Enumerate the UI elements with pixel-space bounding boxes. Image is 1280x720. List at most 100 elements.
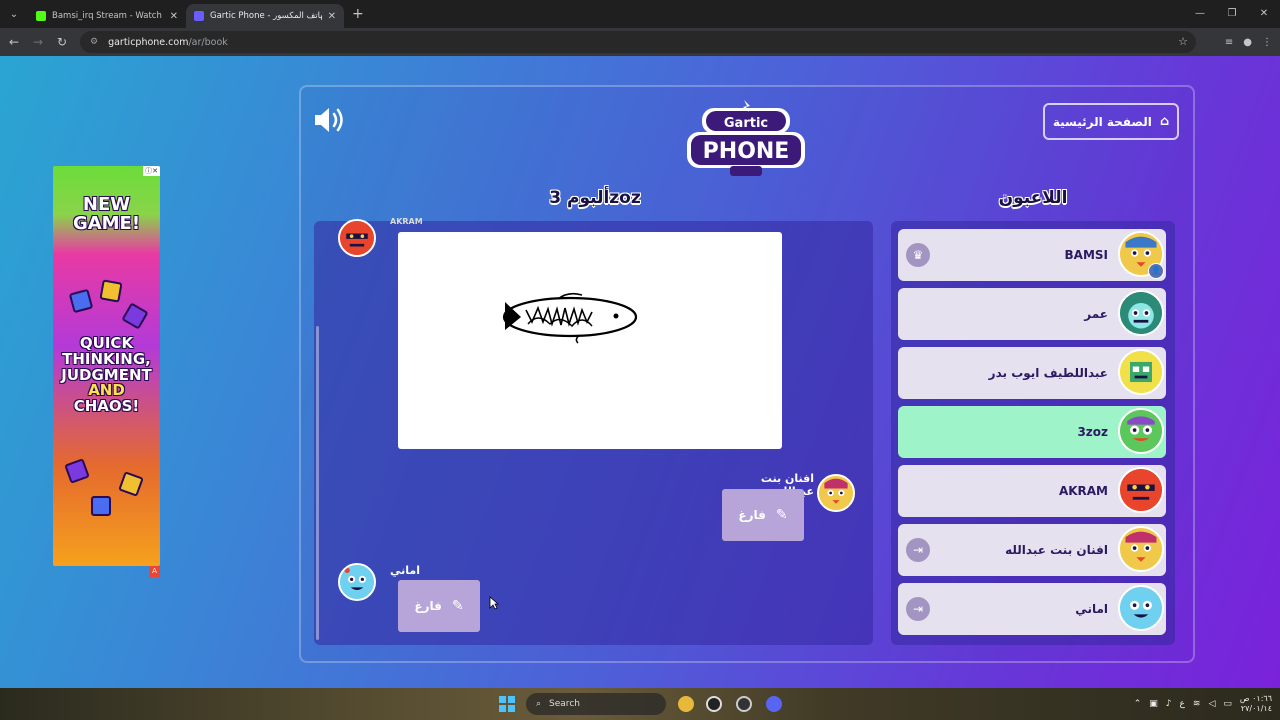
back-icon[interactable]: ← xyxy=(2,35,26,49)
home-button[interactable]: الصفحة الرئيسية ⌂ xyxy=(1043,103,1179,140)
fish-drawing xyxy=(502,292,638,344)
site-info-icon[interactable]: ⚙ xyxy=(90,37,98,47)
avatar-akram xyxy=(338,219,376,257)
menu-icon[interactable]: ⋮ xyxy=(1262,37,1272,48)
ad-headline: NEW GAME! xyxy=(72,194,141,234)
player-name: عمر xyxy=(1084,307,1108,321)
ad-card-icon xyxy=(118,471,144,497)
tray-app-icon[interactable]: ▣ xyxy=(1149,699,1158,709)
ad-label-icon[interactable]: A xyxy=(149,566,160,577)
search-icon: ⌕ xyxy=(536,699,542,709)
ad-card-icon xyxy=(68,288,94,314)
ad-card-icon xyxy=(121,302,149,330)
home-icon: ⌂ xyxy=(1159,114,1170,129)
discord-icon[interactable] xyxy=(766,696,782,712)
search-label: Search xyxy=(549,699,580,709)
kick-favicon-icon xyxy=(36,11,46,21)
host-user-icon: 👤 xyxy=(1148,263,1164,279)
url-text: garticphone.com/ar/book xyxy=(108,36,228,48)
player-name: BAMSI xyxy=(1064,248,1108,262)
close-window-icon[interactable]: ✕ xyxy=(1248,0,1280,28)
player-row[interactable]: AKRAM xyxy=(898,465,1166,517)
wifi-icon[interactable]: ≋ xyxy=(1193,699,1201,709)
close-tab-icon[interactable]: ✕ xyxy=(328,11,336,22)
tab-title: Gartic Phone - الهاتف المكسور xyxy=(210,11,322,21)
profile-icon[interactable]: ● xyxy=(1243,37,1252,48)
player-row[interactable]: ⇥ افنان بنت عبدالله xyxy=(898,524,1166,576)
forward-icon[interactable]: → xyxy=(26,35,50,49)
chevron-up-icon[interactable]: ⌃ xyxy=(1134,699,1142,709)
avatar-amani xyxy=(338,563,376,601)
tab-gartic[interactable]: Gartic Phone - الهاتف المكسور ✕ xyxy=(186,4,344,28)
kick-icon[interactable]: ⇥ xyxy=(906,597,930,621)
player-avatar xyxy=(1118,467,1164,513)
player-row-current[interactable]: 3zoz xyxy=(898,406,1166,458)
close-tab-icon[interactable]: ✕ xyxy=(170,11,178,22)
taskbar: ⌕ Search ⌃ ▣ ♪ ع ≋ ◁ ▭ ٠١:٦٦ ص ٢٧/٠١/١٤ xyxy=(0,688,1280,720)
steam-icon[interactable] xyxy=(736,696,752,712)
ad-card-icon xyxy=(91,496,111,516)
home-label: الصفحة الرئيسية xyxy=(1052,114,1152,129)
player-row[interactable]: عمر xyxy=(898,288,1166,340)
clock[interactable]: ٠١:٦٦ ص ٢٧/٠١/١٤ xyxy=(1240,694,1272,713)
pencil-icon: ✎ xyxy=(451,598,464,614)
gartic-page: ⓘ✕ NEW GAME! QUICK THINKING, JUDGMENT AN… xyxy=(0,56,1280,688)
avatar-afnan xyxy=(817,474,855,512)
empty-entry-card: فارغ ✎ xyxy=(722,489,804,541)
drawing-canvas xyxy=(398,232,782,449)
crown-icon: ♛ xyxy=(906,243,930,267)
player-name: 3zoz xyxy=(1077,425,1108,439)
system-tray: ⌃ ▣ ♪ ع ≋ ◁ ▭ ٠١:٦٦ ص ٢٧/٠١/١٤ xyxy=(1134,688,1272,720)
player-row[interactable]: ⇥ اماني xyxy=(898,583,1166,635)
kick-icon[interactable]: ⇥ xyxy=(906,538,930,562)
ad-body: QUICK THINKING, JUDGMENT AND CHAOS! xyxy=(61,334,152,415)
mouse-cursor-icon xyxy=(489,596,499,610)
tab-kick[interactable]: Bamsi_irq Stream - Watch Live o ✕ xyxy=(28,4,186,28)
player-avatar xyxy=(1118,408,1164,454)
player-name: عبداللطيف ايوب بدر xyxy=(988,366,1108,380)
obs-icon[interactable] xyxy=(706,696,722,712)
player-name: افنان بنت عبدالله xyxy=(1005,543,1108,557)
album-title: ألبوم 3zoz xyxy=(549,188,641,208)
reload-icon[interactable]: ↻ xyxy=(50,35,74,49)
tab-title: Bamsi_irq Stream - Watch Live o xyxy=(52,11,164,21)
new-tab-icon[interactable]: + xyxy=(352,6,364,22)
player-avatar xyxy=(1118,526,1164,572)
player-row[interactable]: ♛ BAMSI 👤 xyxy=(898,229,1166,281)
windows-start-icon[interactable] xyxy=(499,696,515,712)
sound-icon[interactable] xyxy=(313,106,347,134)
language-indicator[interactable]: ع xyxy=(1180,699,1185,709)
drawing-author: AKRAM xyxy=(390,217,423,226)
chrome-icon[interactable] xyxy=(678,696,694,712)
player-avatar xyxy=(1118,349,1164,395)
media-controls-icon[interactable]: ≡ xyxy=(1225,37,1233,48)
bookmark-star-icon[interactable]: ☆ xyxy=(1178,35,1188,48)
volume-icon[interactable]: ◁ xyxy=(1208,699,1215,709)
player-row[interactable]: عبداللطيف ايوب بدر xyxy=(898,347,1166,399)
restore-icon[interactable]: ❐ xyxy=(1216,0,1248,28)
ad-card-icon xyxy=(99,279,123,303)
battery-icon[interactable]: ▭ xyxy=(1223,699,1232,709)
gartic-favicon-icon xyxy=(194,11,204,21)
player-avatar xyxy=(1118,290,1164,336)
minimize-icon[interactable]: — xyxy=(1184,0,1216,28)
taskbar-search[interactable]: ⌕ Search xyxy=(526,693,666,715)
pencil-icon: ✎ xyxy=(775,507,788,523)
empty-entry-card: فارغ ✎ xyxy=(398,580,480,632)
svg-text:PHONE: PHONE xyxy=(703,139,790,164)
advertisement[interactable]: ⓘ✕ NEW GAME! QUICK THINKING, JUDGMENT AN… xyxy=(53,166,160,566)
album-scrollbar[interactable] xyxy=(316,326,319,640)
player-avatar xyxy=(1118,585,1164,631)
mic-icon[interactable]: ♪ xyxy=(1166,699,1172,709)
empty-label: فارغ xyxy=(414,599,442,613)
tab-search-icon[interactable]: ⌄ xyxy=(0,0,28,28)
entry-author: اماني xyxy=(390,564,420,577)
svg-text:Gartic: Gartic xyxy=(724,116,768,131)
address-bar: ← → ↻ ⚙ garticphone.com/ar/book ☆ ≡ ● ⋮ xyxy=(0,28,1280,56)
ad-choices-icon[interactable]: ⓘ✕ xyxy=(143,166,160,176)
url-field[interactable]: ⚙ garticphone.com/ar/book ☆ xyxy=(80,31,1196,53)
ad-card-icon xyxy=(64,458,90,484)
player-name: اماني xyxy=(1075,602,1108,616)
players-title: اللاعبون xyxy=(998,188,1068,208)
browser-tab-bar: ⌄ Bamsi_irq Stream - Watch Live o ✕ Gart… xyxy=(0,0,1280,28)
